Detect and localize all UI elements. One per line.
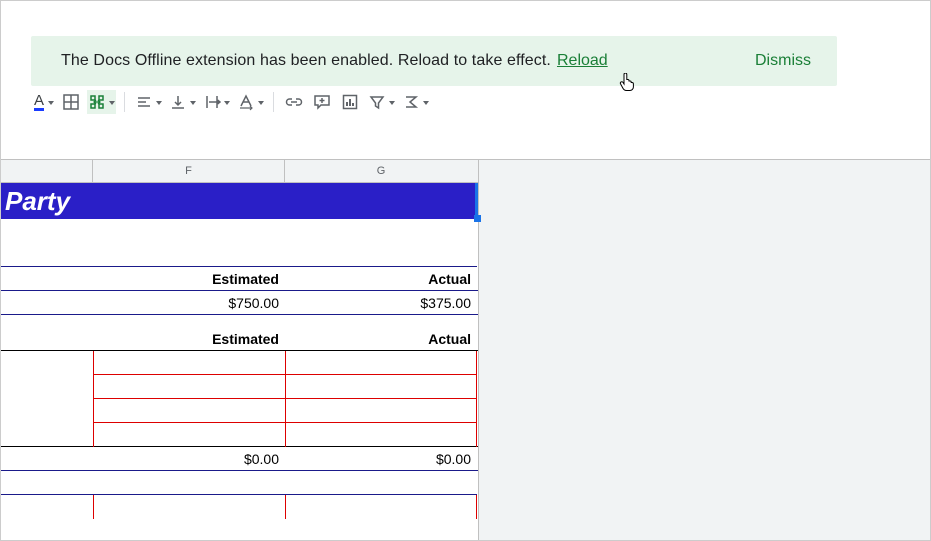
empty-row bbox=[1, 423, 478, 447]
reload-link[interactable]: Reload bbox=[557, 52, 608, 70]
selection-handle[interactable] bbox=[474, 215, 481, 222]
empty-row bbox=[1, 399, 478, 423]
text-color-glyph: A bbox=[34, 94, 44, 111]
totals-row: $0.00 $0.00 bbox=[1, 447, 478, 471]
column-header-g[interactable]: G bbox=[285, 160, 477, 182]
col-header-estimated[interactable]: Estimated bbox=[93, 267, 285, 291]
col-header-actual-2[interactable]: Actual bbox=[285, 327, 477, 351]
borders-button[interactable] bbox=[59, 90, 83, 114]
text-rotation-button[interactable] bbox=[235, 90, 265, 114]
insert-link-button[interactable] bbox=[282, 90, 306, 114]
cell-actual-1[interactable]: $375.00 bbox=[285, 291, 477, 315]
title-text: Party bbox=[5, 186, 70, 217]
horizontal-align-button[interactable] bbox=[133, 90, 163, 114]
merge-cells-button[interactable] bbox=[87, 90, 116, 114]
empty-sheet-area bbox=[478, 159, 930, 540]
column-header-f[interactable]: F bbox=[93, 160, 285, 182]
cell-estimated-1[interactable]: $750.00 bbox=[93, 291, 285, 315]
column-header-e[interactable] bbox=[1, 160, 93, 182]
title-cell[interactable]: Party bbox=[1, 183, 478, 219]
filter-button[interactable] bbox=[366, 90, 396, 114]
cell-total-actual[interactable]: $0.00 bbox=[285, 447, 477, 471]
insert-comment-button[interactable] bbox=[310, 90, 334, 114]
header-row-2: Estimated Actual bbox=[1, 327, 478, 351]
footer-row bbox=[1, 495, 478, 525]
col-header-estimated-2[interactable]: Estimated bbox=[93, 327, 285, 351]
text-color-button[interactable]: A bbox=[31, 90, 55, 114]
vertical-align-button[interactable] bbox=[167, 90, 197, 114]
functions-button[interactable] bbox=[400, 90, 430, 114]
offline-notification-banner: The Docs Offline extension has been enab… bbox=[31, 36, 837, 86]
toolbar-separator bbox=[273, 92, 274, 112]
col-header-actual[interactable]: Actual bbox=[285, 267, 477, 291]
format-toolbar: A bbox=[1, 89, 930, 115]
header-row-1: Estimated Actual bbox=[1, 267, 478, 291]
empty-row bbox=[1, 375, 478, 399]
dismiss-button[interactable]: Dismiss bbox=[755, 52, 817, 70]
column-headers: F G bbox=[1, 159, 478, 183]
cell-total-estimated[interactable]: $0.00 bbox=[93, 447, 285, 471]
toolbar-separator bbox=[124, 92, 125, 112]
text-wrap-button[interactable] bbox=[201, 90, 231, 114]
data-row-1: $750.00 $375.00 bbox=[1, 291, 478, 315]
insert-chart-button[interactable] bbox=[338, 90, 362, 114]
spreadsheet-grid[interactable]: F G Party Estimated Actual $750.00 $375.… bbox=[1, 159, 478, 525]
empty-row bbox=[1, 351, 478, 375]
banner-message: The Docs Offline extension has been enab… bbox=[61, 52, 551, 70]
